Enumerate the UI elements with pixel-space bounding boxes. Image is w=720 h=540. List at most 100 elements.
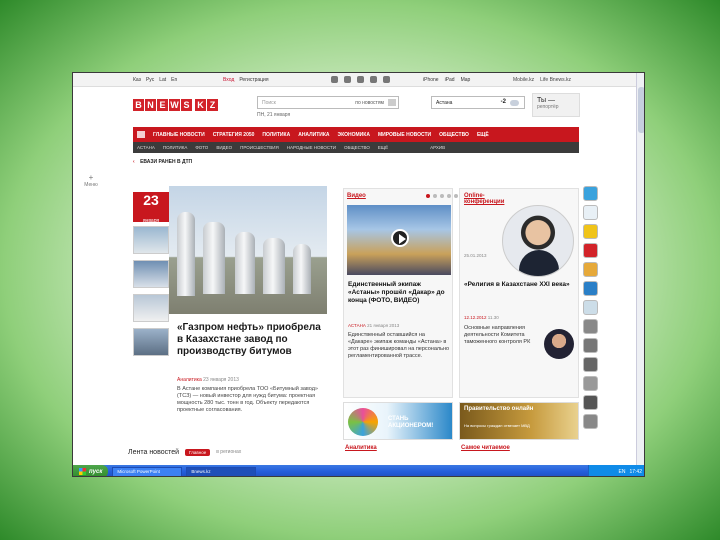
nav-item[interactable]: ГЛАВНЫЕ НОВОСТИ xyxy=(153,132,205,138)
subnav-item[interactable]: АРХИВ xyxy=(430,145,445,150)
lang-kaz[interactable]: Каз xyxy=(133,77,141,83)
partner-tile-icon[interactable] xyxy=(583,319,598,334)
gov-banner-title: Правительство онлайн xyxy=(464,406,534,412)
nav-item[interactable]: МИРОВЫЕ НОВОСТИ xyxy=(378,132,431,138)
video-section: Видео Единственный экипаж «Астаны» прошё… xyxy=(343,188,458,398)
partner-tile-icon[interactable] xyxy=(583,281,598,296)
partner-tile-icon[interactable] xyxy=(583,186,598,201)
bnews-logo[interactable]: B N E W S K Z xyxy=(133,99,218,111)
partner-tile-icon[interactable] xyxy=(583,243,598,258)
page-scrollbar[interactable] xyxy=(636,73,644,465)
story-thumbnail[interactable] xyxy=(133,294,169,322)
video-thumbnail[interactable] xyxy=(347,205,451,275)
ipad-link[interactable]: iPad xyxy=(445,77,455,83)
twitter-icon[interactable] xyxy=(331,76,338,83)
taskbar-item-browser[interactable]: Bnews.kz xyxy=(186,466,257,476)
weather-widget[interactable]: Астана -2 xyxy=(431,96,525,109)
account-links: Вход Регистрация xyxy=(223,77,269,83)
search-filter-select[interactable]: по новостям xyxy=(355,100,384,106)
analytics-link[interactable]: Аналитика xyxy=(345,445,377,451)
story-thumbnail[interactable] xyxy=(133,260,169,288)
partner-tile-icon[interactable] xyxy=(583,262,598,277)
conference-section: Online-конференции 25.01.2013 «Религия в… xyxy=(459,188,579,398)
vk-icon[interactable] xyxy=(357,76,364,83)
partner-tile-icon[interactable] xyxy=(583,338,598,353)
map-link[interactable]: Map xyxy=(461,77,471,83)
video-card-text: Единственный оставшийся на «Дакаре» экип… xyxy=(348,332,450,359)
subnav-item[interactable]: ФОТО xyxy=(195,145,208,150)
byline-date: 23 января 2013 xyxy=(203,377,239,383)
language-switcher: Каз Рус Lat En xyxy=(133,77,177,83)
news-feed-sub[interactable]: в регионах xyxy=(216,449,241,455)
facebook-icon[interactable] xyxy=(344,76,351,83)
subnav-item[interactable]: НАРОДНЫЕ НОВОСТИ xyxy=(287,145,336,150)
search-placeholder: Поиск xyxy=(262,100,276,106)
home-icon[interactable] xyxy=(137,131,145,138)
subnav-item[interactable]: АСТАНА xyxy=(137,145,155,150)
nav-item[interactable]: СТРАТЕГИЯ 2050 xyxy=(213,132,255,138)
partner-tile-icon[interactable] xyxy=(583,300,598,315)
subnav-item[interactable]: ЕЩЁ xyxy=(378,145,388,150)
government-banner[interactable]: Правительство онлайн На вопросы граждан … xyxy=(459,402,579,440)
conference-section-title[interactable]: Online-конференции xyxy=(464,193,524,205)
nav-item[interactable]: АНАЛИТИКА xyxy=(298,132,329,138)
partner-tile-icon[interactable] xyxy=(583,357,598,372)
browser-screen: Каз Рус Lat En Вход Регистрация iPhone i… xyxy=(72,72,645,477)
subnav-item[interactable]: ПОЛИТИКА xyxy=(163,145,187,150)
feature-headline[interactable]: «Газпром нефть» приобрела в Казахстане з… xyxy=(177,322,325,358)
life-bnews-link[interactable]: Life Bnews.kz xyxy=(540,77,571,83)
conference-text[interactable]: Основные направления деятельности Комите… xyxy=(464,325,540,346)
play-icon[interactable] xyxy=(391,229,409,247)
subnav-item[interactable]: ОБЩЕСТВО xyxy=(344,145,370,150)
rss-icon[interactable] xyxy=(370,76,377,83)
feature-story: 23 января «Газпром нефть» приобрела в Ка… xyxy=(133,186,327,446)
story-thumbnail[interactable] xyxy=(133,226,169,254)
search-icon[interactable] xyxy=(388,99,396,106)
subnav-item[interactable]: ПРОИСШЕСТВИЯ xyxy=(240,145,279,150)
video-section-title[interactable]: Видео xyxy=(347,193,366,199)
most-read-link[interactable]: Самое читаемое xyxy=(461,445,510,451)
mobile-kz-link[interactable]: Mobile.kz xyxy=(513,77,534,83)
start-button[interactable]: пуск xyxy=(73,465,109,476)
lang-en[interactable]: En xyxy=(171,77,177,83)
scrollbar-thumb[interactable] xyxy=(638,87,644,133)
partner-tile-icon[interactable] xyxy=(583,224,598,239)
mail-icon[interactable] xyxy=(383,76,390,83)
register-link[interactable]: Регистрация xyxy=(239,77,268,83)
input-language[interactable]: EN xyxy=(619,469,626,475)
nav-item[interactable]: ОБЩЕСТВО xyxy=(439,132,469,138)
news-feed-title[interactable]: Лента новостей xyxy=(128,449,179,456)
lang-rus[interactable]: Рус xyxy=(146,77,154,83)
side-menu-button[interactable]: + Меню xyxy=(81,173,101,188)
carousel-dots[interactable] xyxy=(426,194,458,198)
search-input[interactable]: Поиск по новостям xyxy=(257,96,399,109)
story-thumbnail[interactable] xyxy=(133,328,169,356)
partner-tile-icon[interactable] xyxy=(583,395,598,410)
cloud-icon xyxy=(510,100,519,106)
conference-card-title[interactable]: «Религия в Казахстане XXI века» xyxy=(464,281,574,289)
video-card-title[interactable]: Единственный экипаж «Астаны» прошёл «Дак… xyxy=(348,281,450,305)
nav-item[interactable]: ПОЛИТИКА xyxy=(262,132,290,138)
logo-letter: B xyxy=(133,99,144,111)
lang-lat[interactable]: Lat xyxy=(159,77,166,83)
iphone-link[interactable]: iPhone xyxy=(423,77,439,83)
login-link[interactable]: Вход xyxy=(223,77,234,83)
chevron-left-icon[interactable]: ‹ xyxy=(133,159,135,165)
partner-tile-icon[interactable] xyxy=(583,376,598,391)
gov-banner-text: На вопросы граждан отвечает МВД xyxy=(464,423,530,428)
nav-item[interactable]: ЭКОНОМИКА xyxy=(338,132,370,138)
news-ticker[interactable]: ‹ ЕВАЗИ РАНЕН В ДТП xyxy=(133,159,579,165)
partner-tile-icon[interactable] xyxy=(583,414,598,429)
nav-item[interactable]: ЕЩЁ xyxy=(477,132,489,138)
speaker-portrait[interactable] xyxy=(502,205,574,277)
expo-banner[interactable]: СТАНЬ АКЦИОНЕРОМ! xyxy=(343,402,453,440)
subnav-item[interactable]: ВИДЕО xyxy=(216,145,232,150)
meta-tag[interactable]: АСТАНА xyxy=(348,323,366,328)
taskbar-item-powerpoint[interactable]: Microsoft PowerPoint xyxy=(112,466,183,476)
byline-tag[interactable]: Аналитика xyxy=(177,377,202,383)
feature-photo[interactable] xyxy=(169,186,327,314)
speaker-portrait-small[interactable] xyxy=(544,329,574,359)
partner-tile-icon[interactable] xyxy=(583,205,598,220)
reporter-promo-button[interactable]: Ты — репортёр xyxy=(532,93,580,117)
news-feed-tag[interactable]: Главное xyxy=(185,448,211,456)
